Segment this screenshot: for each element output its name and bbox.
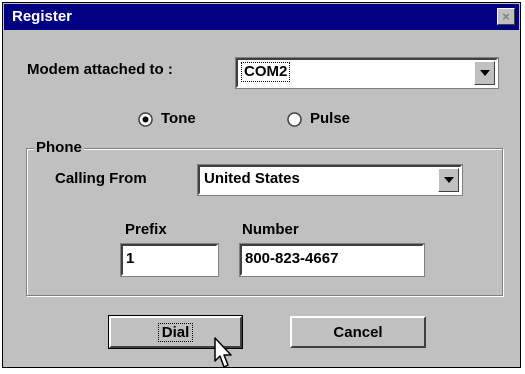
calling-from-value: United States [204, 170, 300, 187]
radio-selected-icon [138, 112, 153, 127]
modem-select[interactable]: COM2 [235, 57, 499, 89]
calling-from-select-arrow[interactable] [438, 168, 459, 192]
phone-group-title: Phone [34, 139, 84, 157]
window-title: Register [12, 8, 73, 25]
chevron-down-icon [443, 177, 454, 183]
prefix-input[interactable]: 1 [120, 243, 219, 277]
modem-select-arrow[interactable] [474, 61, 495, 85]
radio-tone-label: Tone [161, 110, 196, 127]
radio-pulse-label: Pulse [310, 110, 351, 127]
radio-unselected-icon [287, 112, 302, 127]
modem-label: Modem attached to : [27, 61, 173, 78]
chevron-down-icon [479, 70, 490, 76]
register-dialog: Register × Modem attached to : COM2 Tone… [2, 2, 521, 368]
close-icon: × [502, 9, 510, 24]
calling-from-select[interactable]: United States [197, 164, 463, 196]
mouse-pointer-icon [214, 337, 232, 368]
dial-button-label: Dial [157, 322, 194, 342]
title-bar[interactable]: Register × [4, 4, 519, 30]
prefix-label: Prefix [125, 221, 167, 238]
number-input[interactable]: 800-823-4667 [239, 243, 425, 277]
modem-select-value: COM2 [240, 62, 291, 82]
calling-from-label: Calling From [55, 170, 147, 187]
close-button[interactable]: × [497, 8, 515, 25]
number-label: Number [242, 221, 299, 238]
cancel-button-label: Cancel [333, 323, 383, 341]
cancel-button[interactable]: Cancel [290, 316, 426, 348]
